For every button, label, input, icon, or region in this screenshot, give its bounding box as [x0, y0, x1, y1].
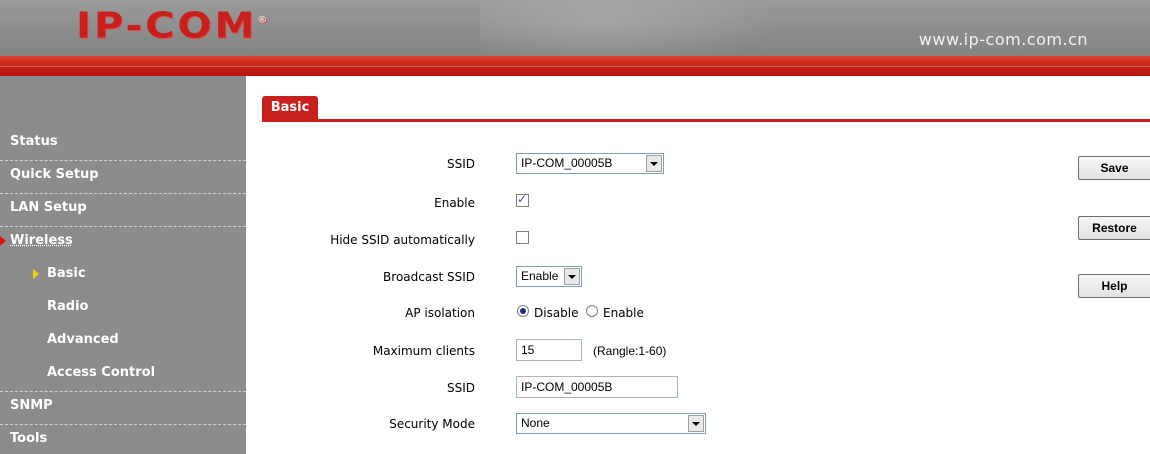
ip-com-logo: IP-COM®: [76, 5, 268, 47]
broadcast-ssid-label: Broadcast SSID: [383, 270, 475, 284]
sidebar-item-label: Quick Setup: [10, 167, 99, 182]
tab-bar: Basic: [262, 96, 1150, 122]
ap-isolation-label: AP isolation: [405, 306, 475, 320]
save-button[interactable]: Save: [1078, 156, 1150, 180]
header-red-band: [0, 56, 1150, 76]
sidebar-item-label: SNMP: [10, 398, 53, 413]
sidebar-item-label: Basic: [47, 266, 86, 281]
ssid-text-label: SSID: [446, 381, 475, 395]
sidebar: Status Quick Setup LAN Setup Wireless Ba…: [0, 76, 246, 454]
active-arrow-icon: [0, 236, 6, 246]
ap-isolation-disable-radio[interactable]: [517, 305, 529, 317]
max-clients-label: Maximum clients: [372, 344, 475, 358]
security-mode-value: None: [521, 416, 550, 430]
world-map-graphic: [480, 0, 780, 56]
broadcast-ssid-select[interactable]: Enable: [516, 266, 582, 287]
enable-checkbox[interactable]: [516, 192, 529, 207]
ssid-select-label: SSID: [446, 157, 475, 171]
sidebar-item-label: LAN Setup: [10, 200, 87, 215]
hide-ssid-checkbox[interactable]: [516, 231, 529, 244]
help-button[interactable]: Help: [1078, 274, 1150, 298]
max-clients-range-hint: (Rangle:1-60): [593, 344, 667, 358]
site-url: www.ip-com.com.cn: [918, 30, 1088, 49]
sidebar-item-label: Advanced: [47, 332, 119, 347]
tab-basic[interactable]: Basic: [262, 96, 318, 119]
hide-ssid-label: Hide SSID automatically: [330, 233, 475, 247]
sidebar-item-label: Tools: [10, 431, 48, 446]
ap-isolation-disable-label: Disable: [534, 306, 579, 320]
security-mode-select[interactable]: None: [516, 413, 706, 434]
broadcast-ssid-value: Enable: [521, 269, 559, 283]
ssid-text-input[interactable]: IP-COM_00005B: [516, 376, 678, 398]
security-mode-label: Security Mode: [389, 417, 475, 431]
sidebar-item-label: Radio: [47, 299, 89, 314]
current-page-arrow-icon: [33, 269, 39, 279]
enable-label: Enable: [434, 196, 475, 210]
sidebar-item-label: Wireless: [10, 233, 73, 248]
chevron-down-icon: [564, 268, 580, 285]
chevron-down-icon: [688, 415, 704, 432]
ap-isolation-enable-radio[interactable]: [586, 305, 598, 317]
max-clients-input[interactable]: 15: [516, 339, 582, 361]
restore-button[interactable]: Restore: [1078, 216, 1150, 240]
chevron-down-icon: [646, 155, 662, 172]
sidebar-item-label: Access Control: [47, 365, 156, 380]
header-banner: IP-COM® www.ip-com.com.cn: [0, 0, 1150, 56]
sidebar-item-label: Status: [10, 134, 58, 149]
ap-isolation-enable-label: Enable: [603, 306, 644, 320]
ssid-select[interactable]: IP-COM_00005B: [516, 153, 664, 174]
ssid-select-value: IP-COM_00005B: [521, 156, 613, 170]
